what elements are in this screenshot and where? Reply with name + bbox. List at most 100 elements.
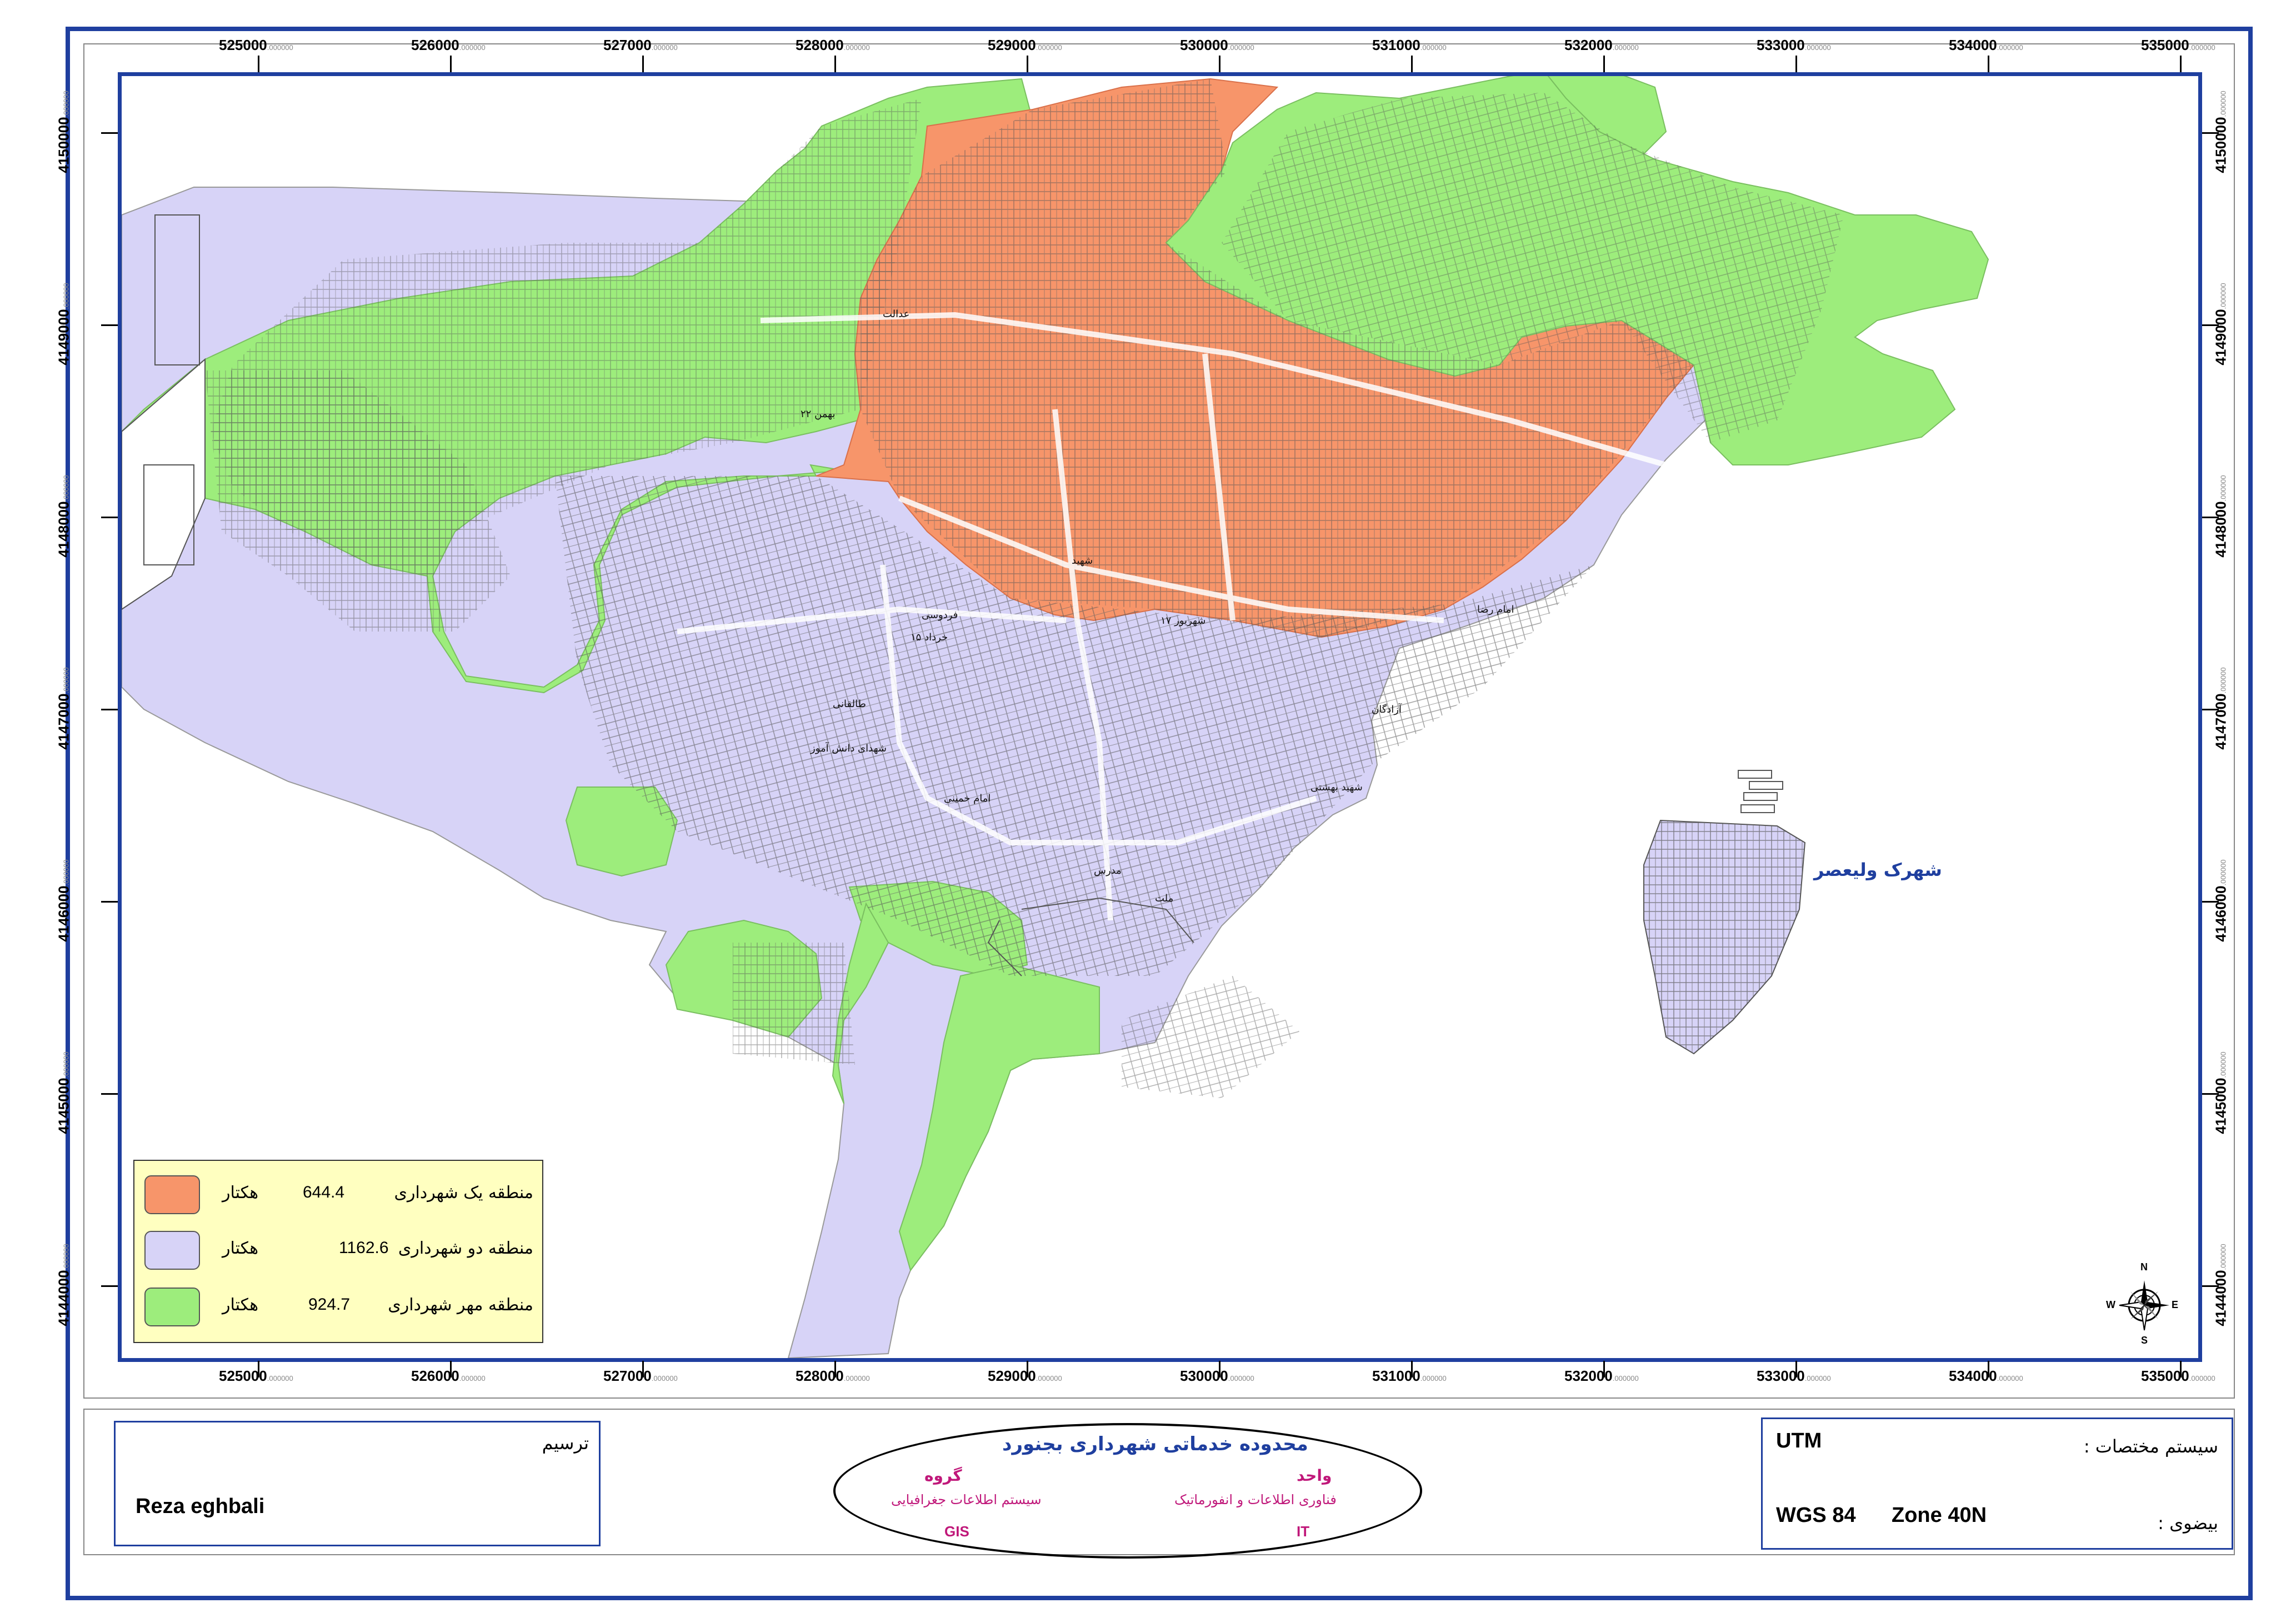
y-tick-suffix: .000000 (2219, 91, 2228, 117)
x-tick-label: 534000.000000 (1949, 37, 2023, 54)
x-tick-mark (1027, 56, 1028, 72)
x-tick-mark (642, 1361, 644, 1377)
projection-box: UTM سیستم مختصات : WGS 84 Zone 40N بیضوی… (1761, 1417, 2233, 1550)
street-label: شهدای دانش آموز (811, 743, 887, 754)
drawn-by-label: ترسیم (542, 1432, 589, 1454)
unit-label: واحد (1297, 1466, 1332, 1485)
legend-item-zone-3: هکتار 924.7 منطقه مهر شهرداری (144, 1284, 533, 1331)
y-tick-value: 4147000 (2212, 693, 2229, 750)
x-tick-value: 535000 (2141, 1367, 2189, 1384)
x-tick-suffix: .000000 (1997, 43, 2023, 52)
y-tick-mark (2202, 709, 2219, 710)
x-tick-label: 528000.000000 (796, 37, 870, 54)
x-tick-value: 529000 (988, 37, 1036, 53)
y-tick-mark (2202, 517, 2219, 518)
x-tick-label: 527000.000000 (603, 1367, 678, 1385)
street-label: امام رضا (1477, 604, 1514, 615)
x-tick-mark (2180, 56, 2182, 72)
legend: هکتار 644.4 منطقه یک شهرداری هکتار 1162.… (133, 1160, 543, 1343)
street-label: ۱۷ شهریور (1160, 615, 1206, 627)
x-tick-label: 531000.000000 (1372, 37, 1447, 54)
x-tick-mark (834, 1361, 836, 1377)
x-tick-label: 533000.000000 (1757, 1367, 1831, 1385)
compass-w: W (2106, 1299, 2115, 1310)
x-tick-mark (1988, 56, 1989, 72)
y-tick-suffix: .000000 (2219, 859, 2228, 886)
x-tick-value: 530000 (1180, 1367, 1228, 1384)
street-label: عدالت (883, 308, 910, 320)
y-tick-label: 4147000.000000 (56, 653, 73, 764)
x-tick-mark (258, 56, 259, 72)
x-tick-mark (1603, 56, 1605, 72)
coord-system-value: UTM (1776, 1429, 1822, 1452)
group-abbr: GIS (944, 1523, 969, 1540)
x-tick-mark (1411, 56, 1413, 72)
x-tick-suffix: .000000 (1804, 1374, 1831, 1382)
y-tick-value: 4150000 (55, 117, 72, 173)
x-tick-value: 535000 (2141, 37, 2189, 53)
x-tick-value: 533000 (1757, 37, 1805, 53)
x-tick-mark (1219, 56, 1220, 72)
y-tick-label: 4146000.000000 (56, 845, 73, 956)
x-tick-suffix: .000000 (1804, 43, 1831, 52)
y-tick-value: 4149000 (2212, 309, 2229, 365)
compass-n: N (2140, 1261, 2148, 1273)
x-tick-mark (258, 1361, 259, 1377)
x-tick-suffix: .000000 (1612, 1374, 1639, 1382)
y-tick-label: 4148000.000000 (56, 461, 73, 572)
y-tick-suffix: .000000 (2219, 475, 2228, 502)
y-tick-value: 4150000 (2212, 117, 2229, 173)
unit-value: فناوری اطلاعات و انفورماتیک (1174, 1492, 1337, 1507)
x-tick-suffix: .000000 (459, 43, 486, 52)
y-tick-suffix: .000000 (62, 667, 71, 694)
x-tick-suffix: .000000 (2189, 1374, 2215, 1382)
x-tick-value: 532000 (1564, 1367, 1613, 1384)
legend-swatch-zone-1 (144, 1175, 200, 1214)
x-tick-suffix: .000000 (1612, 43, 1639, 52)
street-label: شهید (1072, 555, 1093, 567)
street-label: ۱۵ خرداد (911, 632, 948, 643)
x-tick-suffix: .000000 (1420, 1374, 1447, 1382)
y-tick-value: 4149000 (55, 309, 72, 365)
x-tick-suffix: .000000 (651, 43, 678, 52)
y-tick-mark (2202, 1285, 2219, 1287)
y-tick-suffix: .000000 (62, 859, 71, 886)
x-tick-suffix: .000000 (1228, 43, 1254, 52)
y-tick-suffix: .000000 (2219, 1051, 2228, 1078)
x-tick-label: 532000.000000 (1564, 37, 1639, 54)
x-tick-mark (834, 56, 836, 72)
x-tick-label: 531000.000000 (1372, 1367, 1447, 1385)
y-tick-value: 4145000 (55, 1078, 72, 1134)
x-tick-suffix: .000000 (1420, 43, 1447, 52)
x-tick-value: 530000 (1180, 37, 1228, 53)
x-tick-label: 526000.000000 (411, 1367, 486, 1385)
x-tick-suffix: .000000 (843, 43, 870, 52)
unit-abbr: IT (1297, 1523, 1310, 1540)
y-tick-mark (101, 1285, 118, 1287)
y-tick-value: 4147000 (55, 693, 72, 750)
x-tick-value: 527000 (603, 37, 652, 53)
y-tick-mark (2202, 132, 2219, 134)
x-tick-mark (1219, 1361, 1220, 1377)
x-tick-label: 529000.000000 (988, 37, 1062, 54)
y-tick-value: 4146000 (2212, 885, 2229, 942)
legend-unit: هکتار (222, 1239, 259, 1258)
y-tick-suffix: .000000 (62, 1051, 71, 1078)
map-title: محدوده خدماتی شهرداری بجنورد (1002, 1433, 1308, 1455)
x-tick-value: 526000 (411, 1367, 459, 1384)
x-tick-suffix: .000000 (651, 1374, 678, 1382)
x-tick-mark (1603, 1361, 1605, 1377)
x-tick-mark (450, 56, 452, 72)
x-tick-value: 525000 (219, 37, 267, 53)
y-tick-mark (101, 517, 118, 518)
legend-item-zone-2: هکتار 1162.6 منطقه دو شهرداری (144, 1228, 533, 1274)
y-tick-mark (2202, 1093, 2219, 1095)
x-tick-value: 534000 (1949, 1367, 1997, 1384)
x-tick-mark (450, 1361, 452, 1377)
legend-swatch-zone-3 (144, 1288, 200, 1326)
street-label: ۲۲ بهمن (801, 408, 836, 420)
y-tick-label: 4149000.000000 (56, 269, 73, 380)
coord-system-label: سیستم مختصات : (2083, 1436, 2218, 1457)
y-tick-mark (101, 709, 118, 710)
x-tick-label: 534000.000000 (1949, 1367, 2023, 1385)
